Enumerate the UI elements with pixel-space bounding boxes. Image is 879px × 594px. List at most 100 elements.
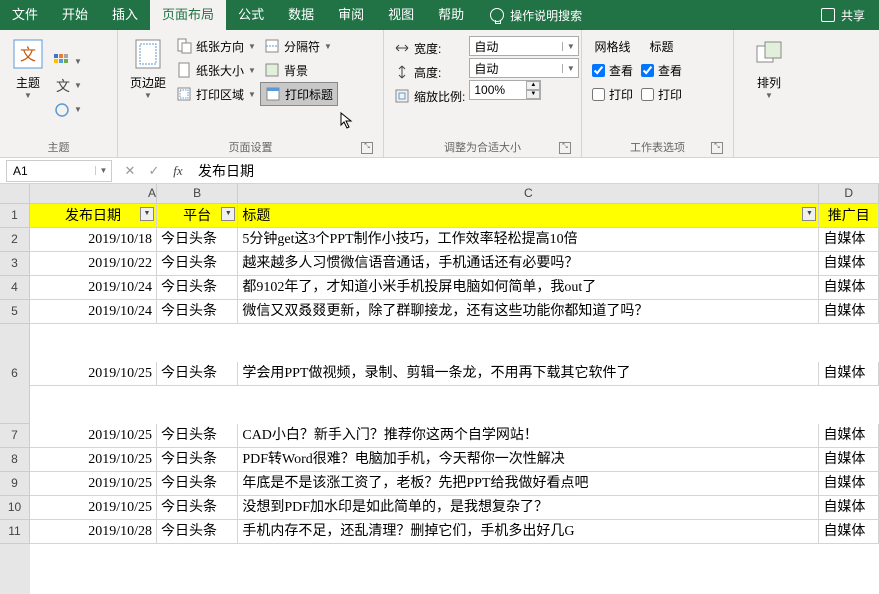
row-header[interactable]: 4 [0,276,30,300]
cell[interactable]: 2019/10/25 [30,496,157,520]
tab-formula[interactable]: 公式 [226,0,276,30]
cell[interactable]: 今日头条 [157,300,238,324]
tab-insert[interactable]: 插入 [100,0,150,30]
cell[interactable]: 2019/10/28 [30,520,157,544]
cell[interactable]: 今日头条 [157,362,238,386]
arrange-button[interactable]: 排列 ▼ [747,34,791,153]
cell[interactable]: 2019/10/24 [30,300,157,324]
col-header-a[interactable]: A [30,184,157,204]
cell[interactable]: 2019/10/25 [30,424,157,448]
cell[interactable]: 自媒体 [819,424,879,448]
select-all-triangle[interactable] [0,184,30,204]
col-header-c[interactable]: C [238,184,819,204]
tab-home[interactable]: 开始 [50,0,100,30]
row-header[interactable]: 11 [0,520,30,544]
orientation-button[interactable]: 纸张方向 ▼ [172,34,260,58]
tab-page-layout[interactable]: 页面布局 [150,0,226,30]
cell[interactable]: 手机内存不足，还乱清理？删掉它们，手机多出好几G [238,520,819,544]
print-titles-button[interactable]: 打印标题 [260,82,338,106]
row-header[interactable]: 3 [0,252,30,276]
gridlines-print-check[interactable]: 打印 [588,82,637,106]
fx-icon[interactable]: fx [166,163,190,179]
height-combo[interactable]: 自动▼ [469,58,579,78]
formula-input[interactable]: 发布日期 [190,161,879,181]
cell[interactable]: 自媒体 [819,228,879,252]
print-area-button[interactable]: 打印区域 ▼ [172,82,260,106]
cell[interactable]: 自媒体 [819,300,879,324]
row-header[interactable]: 9 [0,472,30,496]
size-button[interactable]: 纸张大小 ▼ [172,58,260,82]
cell[interactable]: 今日头条 [157,424,238,448]
cell[interactable]: 自媒体 [819,496,879,520]
name-box[interactable]: A1▼ [6,160,112,182]
breaks-button[interactable]: 分隔符 ▼ [260,34,338,58]
cell[interactable]: 微信又双叒叕更新，除了群聊接龙，还有这些功能你都知道了吗？ [238,300,819,324]
sheet-options-launcher[interactable]: ⤡ [711,142,723,154]
headings-view-check[interactable]: 查看 [637,58,686,82]
header-platform[interactable]: 平台▼ [157,204,238,228]
header-title[interactable]: 标题▼ [238,204,819,228]
cell[interactable]: 2019/10/24 [30,276,157,300]
tab-file[interactable]: 文件 [0,0,50,30]
cell[interactable]: 今日头条 [157,276,238,300]
cell[interactable]: 自媒体 [819,520,879,544]
cell[interactable]: 5分钟get这3个PPT制作小技巧，工作效率轻松提高10倍 [238,228,819,252]
margins-button[interactable]: 页边距 ▼ [124,34,172,137]
scale-launcher[interactable]: ⤡ [559,142,571,154]
row-header[interactable]: 8 [0,448,30,472]
cell[interactable]: 自媒体 [819,472,879,496]
background-button[interactable]: 背景 [260,58,338,82]
fonts-button[interactable]: 文▼ [50,74,86,98]
cell[interactable]: 2019/10/25 [30,472,157,496]
cell[interactable]: 自媒体 [819,448,879,472]
cell[interactable]: 2019/10/22 [30,252,157,276]
themes-button[interactable]: 文 主题 ▼ [6,34,50,137]
page-setup-launcher[interactable]: ⤡ [361,142,373,154]
row-header[interactable]: 10 [0,496,30,520]
headings-print-check[interactable]: 打印 [637,82,686,106]
cancel-icon[interactable]: ✕ [118,163,142,179]
cell[interactable]: CAD小白？新手入门？推荐你这两个自学网站！ [238,424,819,448]
filter-icon[interactable]: ▼ [221,207,235,221]
tab-data[interactable]: 数据 [276,0,326,30]
effects-button[interactable]: ▼ [50,98,86,122]
cell[interactable]: PDF转Word很难？电脑加手机，今天帮你一次性解决 [238,448,819,472]
header-date[interactable]: 发布日期▼ [30,204,157,228]
cell[interactable]: 今日头条 [157,520,238,544]
tab-view[interactable]: 视图 [376,0,426,30]
col-header-d[interactable]: D [819,184,879,204]
cell[interactable]: 学会用PPT做视频，录制、剪辑一条龙，不用再下载其它软件了 [238,362,819,386]
cell[interactable]: 今日头条 [157,496,238,520]
width-combo[interactable]: 自动▼ [469,36,579,56]
row-header[interactable]: 7 [0,424,30,448]
gridlines-view-check[interactable]: 查看 [588,58,637,82]
cell[interactable]: 年底是不是该涨工资了，老板？先把PPT给我做好看点吧 [238,472,819,496]
scale-spinner[interactable]: 100%▲▼ [469,80,541,100]
cell[interactable]: 2019/10/25 [30,448,157,472]
share-button[interactable]: 共享 [807,7,879,24]
cell[interactable]: 2019/10/25 [30,362,157,386]
cell[interactable]: 自媒体 [819,362,879,386]
cell[interactable]: 今日头条 [157,252,238,276]
cell[interactable]: 今日头条 [157,228,238,252]
cell[interactable]: 自媒体 [819,276,879,300]
tell-me-search[interactable]: 操作说明搜索 [490,7,582,24]
row-header[interactable]: 2 [0,228,30,252]
cell[interactable]: 没想到PDF加水印是如此简单的，是我想复杂了？ [238,496,819,520]
row-header[interactable]: 1 [0,204,30,228]
cell[interactable]: 越来越多人习惯微信语音通话，手机通话还有必要吗？ [238,252,819,276]
cell[interactable]: 今日头条 [157,472,238,496]
row-header[interactable]: 6 [0,324,30,424]
filter-icon[interactable]: ▼ [140,207,154,221]
enter-icon[interactable]: ✓ [142,163,166,179]
cell[interactable]: 2019/10/18 [30,228,157,252]
tab-help[interactable]: 帮助 [426,0,476,30]
row-header[interactable]: 5 [0,300,30,324]
tab-review[interactable]: 审阅 [326,0,376,30]
col-header-b[interactable]: B [157,184,238,204]
filter-icon[interactable]: ▼ [802,207,816,221]
header-promo[interactable]: 推广目 [819,204,879,228]
cell[interactable]: 自媒体 [819,252,879,276]
colors-button[interactable]: ▼ [50,50,86,74]
cell[interactable]: 都9102年了，才知道小米手机投屏电脑如何简单，我out了 [238,276,819,300]
